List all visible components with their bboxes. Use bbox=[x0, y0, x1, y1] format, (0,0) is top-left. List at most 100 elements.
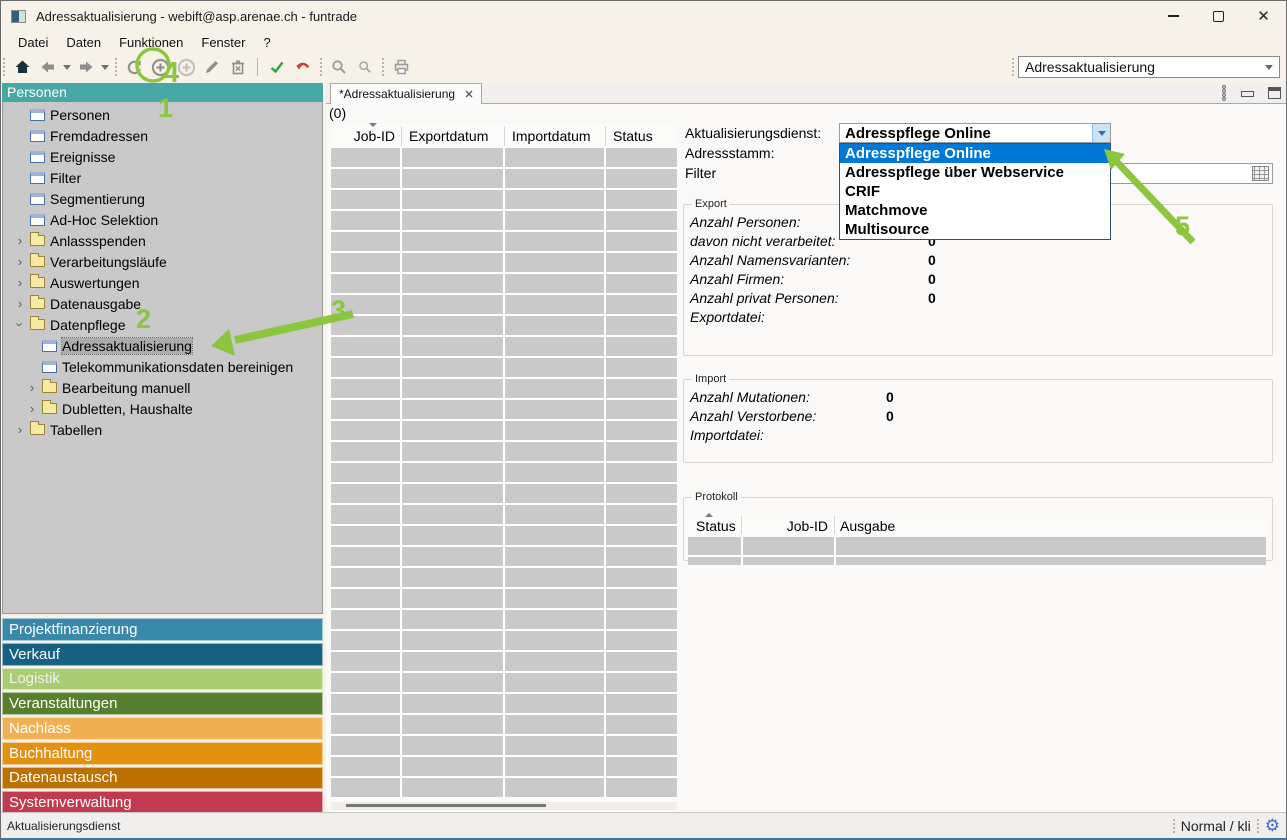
confirm-button[interactable] bbox=[264, 55, 290, 79]
tab-adressaktualisierung[interactable]: *Adressaktualisierung bbox=[330, 83, 482, 104]
module-systemverwaltung[interactable]: Systemverwaltung bbox=[2, 791, 323, 814]
back-history-caret[interactable] bbox=[61, 55, 73, 79]
module-verkauf[interactable]: Verkauf bbox=[2, 643, 323, 666]
tab-close-icon[interactable] bbox=[465, 90, 473, 98]
protokoll-column-ausgabe[interactable]: Ausgabe bbox=[840, 518, 895, 534]
column-header-jobid[interactable]: Job-ID bbox=[331, 128, 395, 144]
printer-icon bbox=[393, 59, 410, 75]
protokoll-empty-row bbox=[688, 537, 1266, 557]
settings-gear-icon[interactable]: ⚙ bbox=[1265, 817, 1280, 834]
menu-funktionen[interactable]: Funktionen bbox=[110, 33, 192, 52]
search-secondary-button[interactable] bbox=[352, 55, 378, 79]
undo-button[interactable] bbox=[290, 55, 316, 79]
dropdown-option-adresspflege-webservice[interactable]: Adresspflege über Webservice bbox=[840, 163, 1110, 182]
panel-header-personen[interactable]: Personen bbox=[2, 83, 323, 102]
chevron-right-icon[interactable]: › bbox=[11, 422, 29, 437]
module-logistik[interactable]: Logistik bbox=[2, 668, 323, 691]
tree-item-ereignisse[interactable]: Ereignisse bbox=[3, 146, 322, 167]
form-icon bbox=[30, 130, 45, 142]
column-header-exportdatum[interactable]: Exportdatum bbox=[409, 128, 488, 144]
export-group-legend: Export bbox=[692, 198, 730, 210]
combobox-open-button[interactable] bbox=[1092, 124, 1110, 142]
search-icon bbox=[358, 60, 372, 74]
print-button[interactable] bbox=[388, 55, 414, 79]
module-buchhaltung[interactable]: Buchhaltung bbox=[2, 742, 323, 765]
import-group: Import Anzahl Mutationen:0 Anzahl Versto… bbox=[683, 373, 1273, 463]
aktualisierungsdienst-combobox[interactable]: Adresspflege Online bbox=[839, 123, 1111, 143]
form-icon bbox=[30, 151, 45, 163]
tree-item-tabellen[interactable]: ›Tabellen bbox=[3, 419, 322, 440]
toolbar-separator bbox=[382, 58, 384, 76]
column-separator bbox=[605, 126, 606, 146]
protokoll-column-status[interactable]: Status bbox=[696, 518, 736, 534]
navigation-panel: Personen Personen Fremdadressen Ereignis… bbox=[2, 83, 323, 813]
back-button[interactable] bbox=[35, 55, 61, 79]
context-combobox[interactable]: Adressaktualisierung bbox=[1018, 56, 1280, 78]
column-header-importdatum[interactable]: Importdatum bbox=[512, 128, 591, 144]
chevron-right-icon[interactable]: › bbox=[11, 233, 29, 248]
menu-fenster[interactable]: Fenster bbox=[192, 33, 254, 52]
column-header-status[interactable]: Status bbox=[613, 128, 653, 144]
minimize-button[interactable] bbox=[1151, 1, 1196, 31]
module-veranstaltungen[interactable]: Veranstaltungen bbox=[2, 692, 323, 715]
menu-daten[interactable]: Daten bbox=[57, 33, 110, 52]
context-combobox-value: Adressaktualisierung bbox=[1025, 59, 1155, 75]
module-datenaustausch[interactable]: Datenaustausch bbox=[2, 767, 323, 790]
tree-item-auswertungen[interactable]: ›Auswertungen bbox=[3, 272, 322, 293]
delete-button[interactable] bbox=[225, 55, 251, 79]
maximize-button[interactable] bbox=[1196, 1, 1241, 31]
toolbar-separator bbox=[320, 58, 322, 76]
chevron-right-icon[interactable]: › bbox=[11, 254, 29, 269]
table-lookup-icon[interactable] bbox=[1252, 166, 1269, 181]
menu-help[interactable]: ? bbox=[254, 33, 279, 52]
tree-item-segmentierung[interactable]: Segmentierung bbox=[3, 188, 322, 209]
tree-item-bearbeitung-manuell[interactable]: ›Bearbeitung manuell bbox=[3, 377, 322, 398]
tree-item-dubletten-haushalte[interactable]: ›Dubletten, Haushalte bbox=[3, 398, 322, 419]
add-button[interactable] bbox=[147, 55, 173, 79]
tree-item-telekommunikationsdaten[interactable]: Telekommunikationsdaten bereinigen bbox=[3, 356, 322, 377]
statusbar-mode: Normal / kli bbox=[1181, 818, 1251, 834]
tree-item-filter[interactable]: Filter bbox=[3, 167, 322, 188]
dropdown-option-matchmove[interactable]: Matchmove bbox=[840, 201, 1110, 220]
tree-item-verarbeitungslaeufe[interactable]: ›Verarbeitungsläufe bbox=[3, 251, 322, 272]
pane-maximize-icon[interactable] bbox=[1268, 87, 1281, 99]
tree-item-adhoc-selektion[interactable]: Ad-Hoc Selektion bbox=[3, 209, 322, 230]
add-duplicate-button[interactable] bbox=[173, 55, 199, 79]
edit-button[interactable] bbox=[199, 55, 225, 79]
scrollbar-thumb[interactable] bbox=[346, 804, 546, 807]
search-button[interactable] bbox=[326, 55, 352, 79]
chevron-right-icon[interactable]: › bbox=[11, 296, 29, 311]
folder-icon bbox=[30, 424, 45, 435]
home-button[interactable] bbox=[9, 55, 35, 79]
menu-datei[interactable]: Datei bbox=[9, 33, 57, 52]
chevron-down-icon[interactable]: › bbox=[13, 316, 28, 334]
dropdown-option-adresspflege-online[interactable]: Adresspflege Online bbox=[840, 144, 1110, 163]
horizontal-scrollbar[interactable] bbox=[331, 802, 677, 810]
protokoll-column-jobid[interactable]: Job-ID bbox=[744, 518, 828, 534]
tree-item-adressaktualisierung[interactable]: Adressaktualisierung bbox=[3, 335, 322, 356]
window-grip-dots-icon[interactable] bbox=[1221, 85, 1227, 101]
chevron-down-icon bbox=[1265, 65, 1273, 70]
tree-item-anlassspenden[interactable]: ›Anlassspenden bbox=[3, 230, 322, 251]
pane-minimize-icon[interactable] bbox=[1241, 91, 1254, 97]
module-projektfinanzierung[interactable]: Projektfinanzierung bbox=[2, 618, 323, 641]
tree-item-datenpflege[interactable]: ›Datenpflege bbox=[3, 314, 322, 335]
refresh-button[interactable] bbox=[121, 55, 147, 79]
chevron-right-icon[interactable]: › bbox=[11, 275, 29, 290]
tree-item-personen[interactable]: Personen bbox=[3, 104, 322, 125]
module-nachlass[interactable]: Nachlass bbox=[2, 717, 323, 740]
toolbar-separator bbox=[1012, 58, 1014, 76]
add-duplicate-icon bbox=[177, 58, 196, 77]
column-separator bbox=[504, 126, 505, 146]
dropdown-option-multisource[interactable]: Multisource bbox=[840, 220, 1110, 239]
grid-empty-rows[interactable] bbox=[331, 148, 677, 799]
tree-item-fremdadressen[interactable]: Fremdadressen bbox=[3, 125, 322, 146]
close-button[interactable]: ✕ bbox=[1241, 1, 1286, 31]
tree-item-datenausgabe[interactable]: ›Datenausgabe bbox=[3, 293, 322, 314]
chevron-right-icon[interactable]: › bbox=[23, 401, 41, 416]
dropdown-option-crif[interactable]: CRIF bbox=[840, 182, 1110, 201]
chevron-right-icon[interactable]: › bbox=[23, 380, 41, 395]
forward-history-caret[interactable] bbox=[99, 55, 111, 79]
forward-button[interactable] bbox=[73, 55, 99, 79]
tab-label: *Adressaktualisierung bbox=[339, 87, 455, 101]
